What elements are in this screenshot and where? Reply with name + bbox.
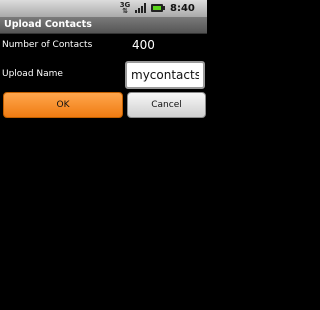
- upload-name-input[interactable]: [125, 61, 205, 89]
- cancel-button[interactable]: Cancel: [127, 92, 206, 118]
- signal-icon: [134, 2, 148, 14]
- title-bar: Upload Contacts: [0, 17, 207, 34]
- contacts-count-label: Number of Contacts: [2, 40, 93, 50]
- page-title: Upload Contacts: [4, 19, 92, 30]
- contacts-count-value: 400: [132, 38, 155, 52]
- ok-button[interactable]: OK: [3, 92, 123, 118]
- network-3g-icon: 3G ⇅: [118, 2, 132, 15]
- battery-icon: [150, 2, 166, 14]
- upload-name-label: Upload Name: [2, 69, 63, 79]
- status-bar: 3G ⇅ 8:40 AM: [0, 0, 207, 27]
- network-arrows: ⇅: [122, 7, 128, 15]
